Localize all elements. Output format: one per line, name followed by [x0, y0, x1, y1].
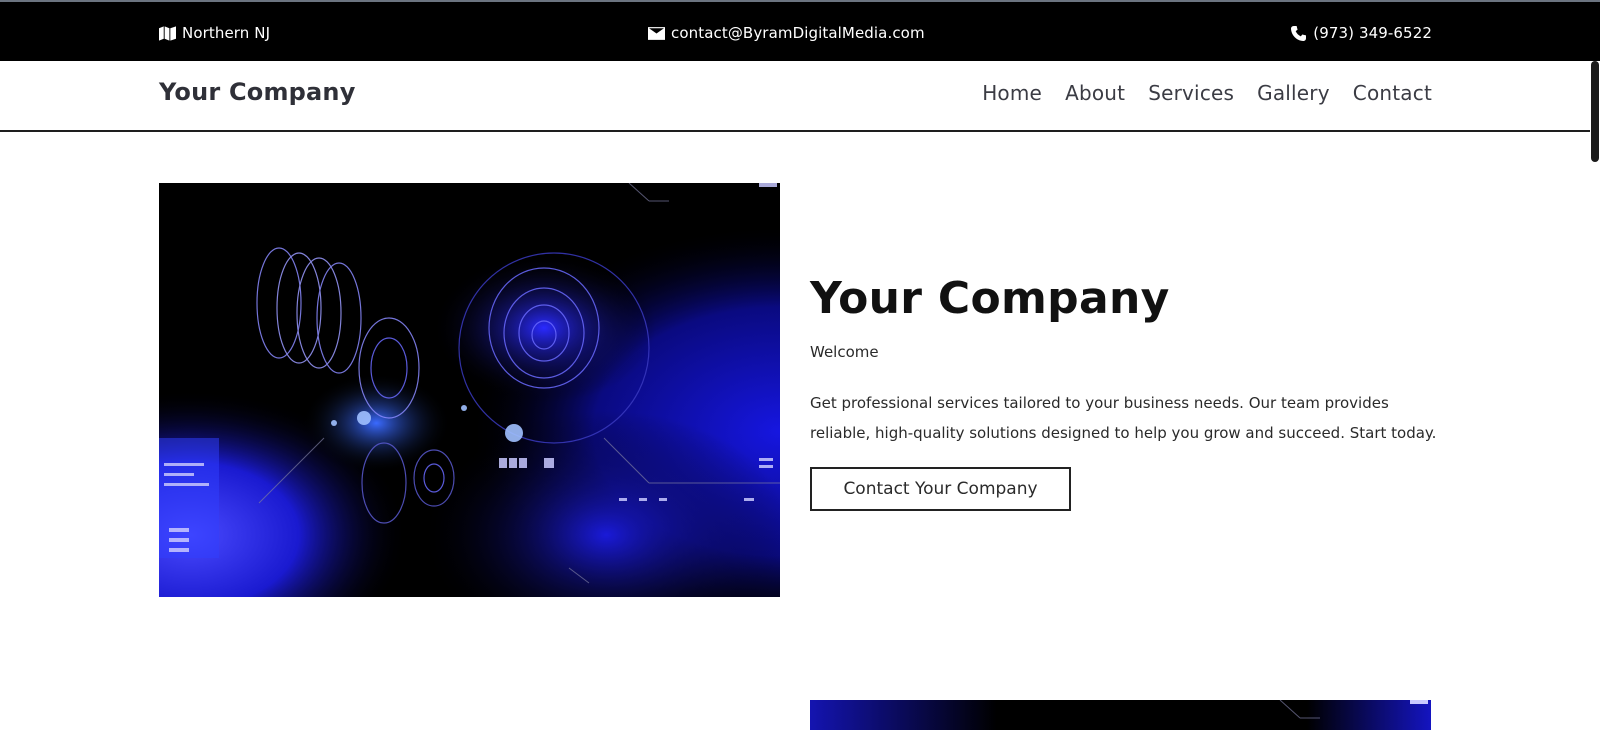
abstract-blue-technology-image-2: [810, 700, 1431, 730]
site-header: Your Company Home About Services Gallery…: [0, 61, 1600, 132]
email-text[interactable]: contact@ByramDigitalMedia.com: [671, 24, 925, 42]
secondary-image: [810, 700, 1431, 730]
envelope-icon: [648, 26, 665, 40]
nav-item-about[interactable]: About: [1065, 81, 1125, 105]
email-link[interactable]: contact@ByramDigitalMedia.com: [648, 22, 925, 44]
location-text: Northern NJ: [182, 24, 271, 42]
top-info-bar: Northern NJ contact@ByramDigitalMedia.co…: [0, 0, 1600, 61]
phone-icon: [1291, 25, 1307, 41]
scrollbar-thumb[interactable]: [1591, 61, 1599, 162]
hero-image: [159, 183, 780, 597]
nav-item-home[interactable]: Home: [982, 81, 1042, 105]
hero-title: Your Company: [810, 273, 1170, 324]
map-icon: [159, 25, 176, 41]
contact-cta-button[interactable]: Contact Your Company: [810, 467, 1071, 511]
hero-description: Get professional services tailored to yo…: [810, 394, 1437, 442]
hero-subtitle: Welcome: [810, 343, 879, 361]
phone-text[interactable]: (973) 349-6522: [1313, 24, 1432, 42]
brand-logo-text[interactable]: Your Company: [159, 78, 356, 106]
nav-item-services[interactable]: Services: [1148, 81, 1234, 105]
phone-link[interactable]: (973) 349-6522: [1290, 22, 1432, 44]
location-info: Northern NJ: [159, 22, 270, 44]
main-nav: Home About Services Gallery Contact: [959, 81, 1432, 105]
nav-item-gallery[interactable]: Gallery: [1257, 81, 1330, 105]
abstract-blue-technology-image: [159, 183, 780, 597]
nav-item-contact[interactable]: Contact: [1353, 81, 1432, 105]
